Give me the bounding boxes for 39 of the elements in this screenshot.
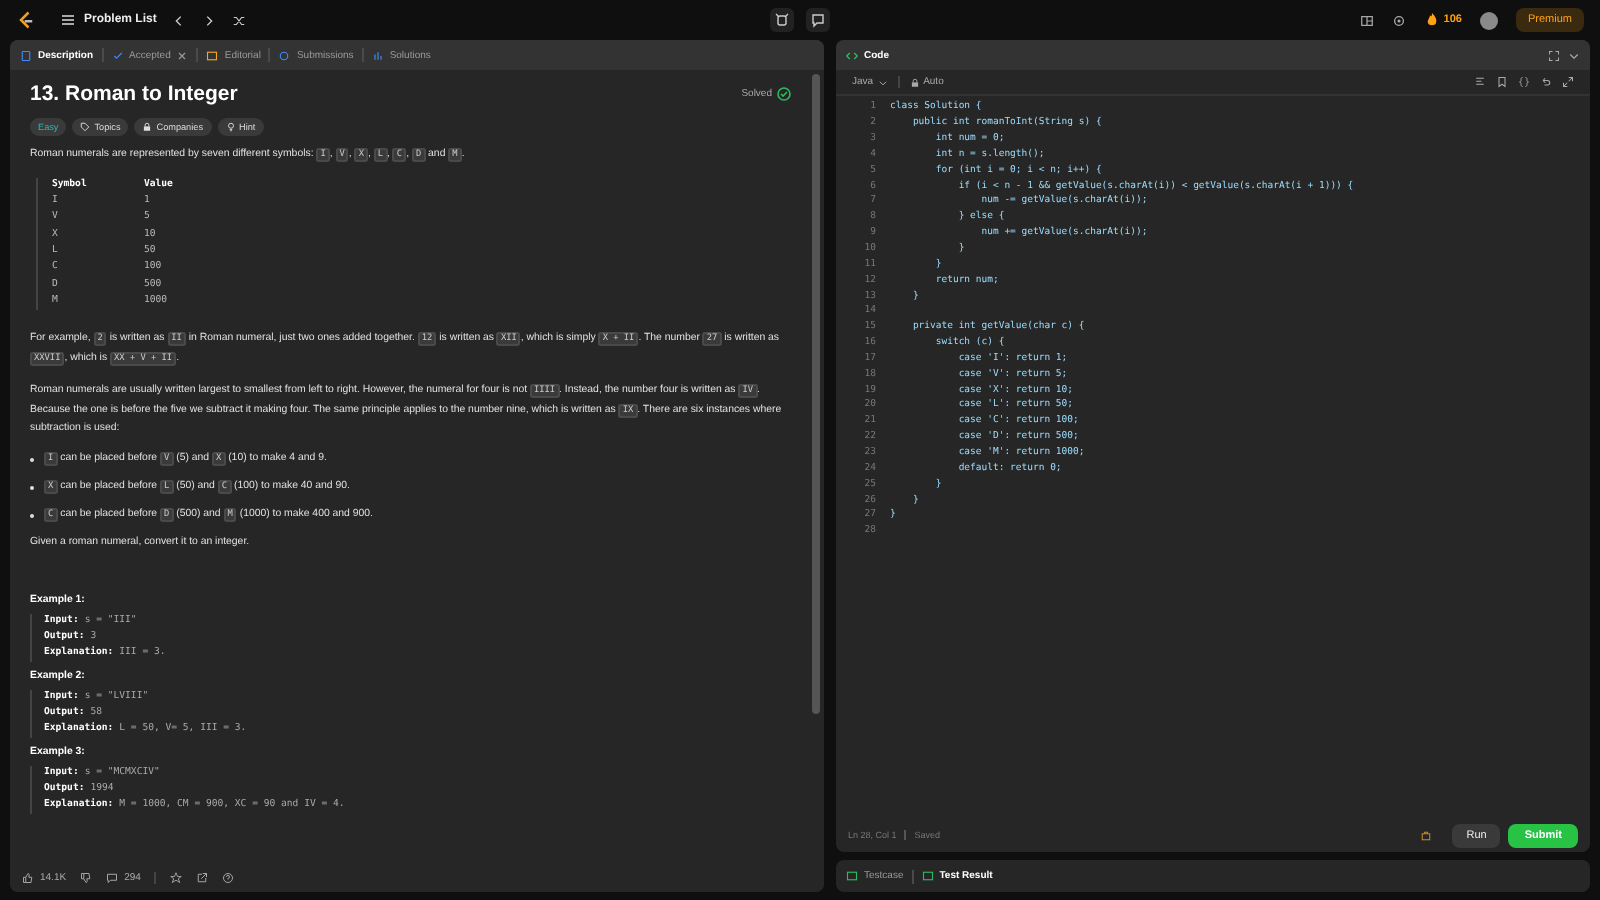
problem-title: 13. Roman to Integer: [30, 82, 238, 106]
avatar[interactable]: [1479, 11, 1498, 29]
thumbs-up-icon: [22, 872, 34, 884]
bookmark-icon[interactable]: [1496, 76, 1508, 88]
close-icon[interactable]: [176, 49, 189, 61]
undo-icon[interactable]: [1540, 76, 1552, 88]
chevron-right-icon[interactable]: [202, 13, 217, 27]
checkbox-icon: [846, 870, 858, 882]
book-icon: [206, 49, 219, 61]
note-icon[interactable]: [806, 8, 830, 32]
settings-icon[interactable]: [1391, 13, 1406, 27]
maximize-icon[interactable]: [1548, 49, 1560, 61]
braces-icon[interactable]: [1518, 76, 1530, 88]
chevron-left-icon[interactable]: [172, 13, 187, 27]
layout-icon[interactable]: [1359, 13, 1374, 27]
lock-icon: [909, 77, 920, 87]
chevron-down-icon[interactable]: [1568, 49, 1580, 61]
bug-icon[interactable]: [770, 8, 794, 32]
list-icon: [60, 12, 76, 28]
shuffle-icon[interactable]: [232, 13, 247, 27]
check-circle-icon: [776, 86, 792, 102]
code-icon: [846, 49, 858, 61]
document-icon: [20, 49, 32, 61]
bars-icon: [371, 49, 384, 61]
caret-icon: [877, 77, 888, 87]
share-icon[interactable]: [196, 872, 209, 884]
tag-icon: [80, 122, 91, 132]
lightbulb-icon: [225, 122, 235, 132]
format-icon[interactable]: [1474, 76, 1486, 88]
thumbs-down-icon[interactable]: [80, 872, 93, 884]
speech-bubble-icon: [106, 872, 119, 884]
flame-icon: [1423, 12, 1440, 28]
star-icon[interactable]: [170, 872, 183, 884]
help-icon[interactable]: [222, 872, 235, 884]
check-icon: [111, 49, 124, 61]
lock-icon: [142, 122, 153, 132]
scrollbar[interactable]: [812, 74, 820, 714]
expand-icon[interactable]: [1562, 76, 1574, 88]
logo-icon: [16, 10, 36, 30]
